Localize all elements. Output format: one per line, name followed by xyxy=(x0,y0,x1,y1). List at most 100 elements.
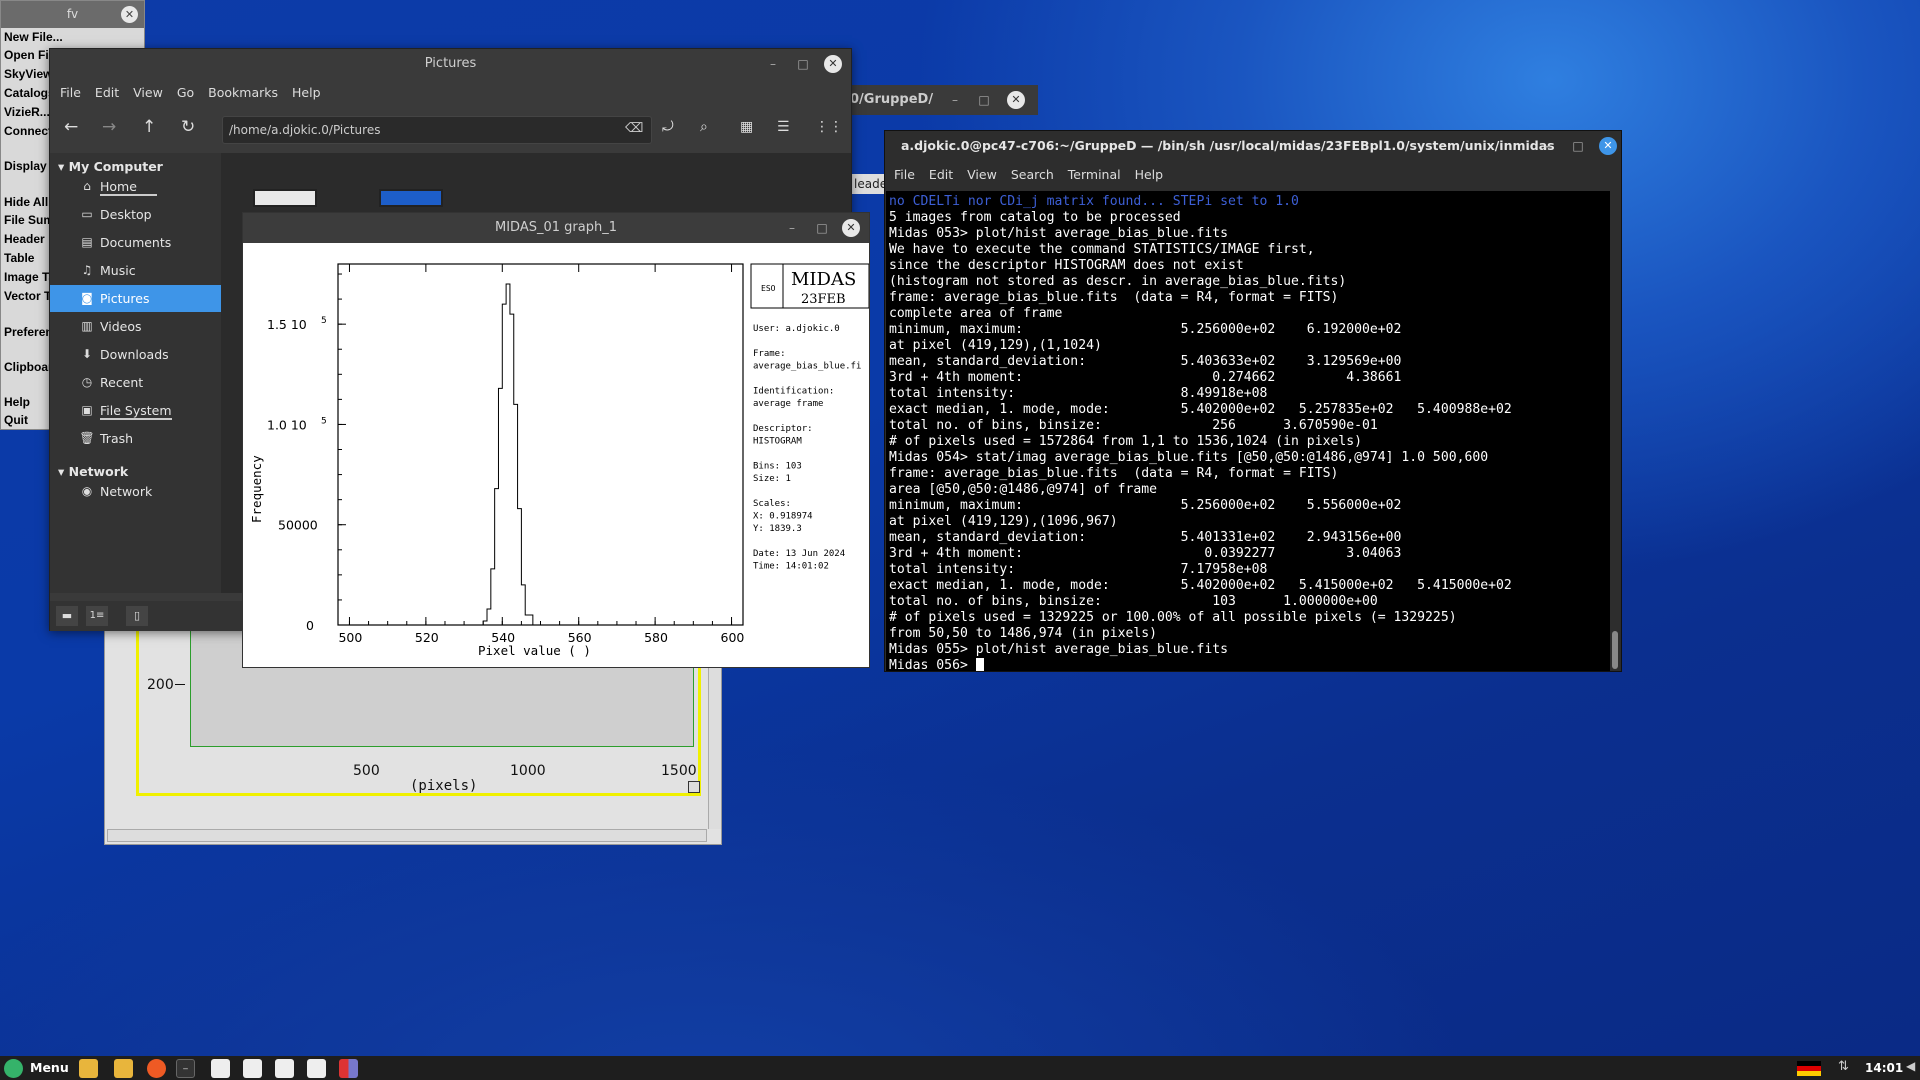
menu-bookmarks[interactable]: Bookmarks xyxy=(208,85,278,100)
menu-button[interactable]: Menu xyxy=(30,1060,69,1075)
maximize-icon[interactable]: □ xyxy=(813,219,831,237)
close-icon[interactable]: ✕ xyxy=(842,219,860,237)
terminal-line: at pixel (419,129),(1,1024) xyxy=(889,338,1102,353)
back-icon[interactable]: ← xyxy=(64,117,78,137)
folder-icon[interactable]: ▬ xyxy=(56,606,78,626)
files-icon[interactable] xyxy=(114,1059,133,1078)
minimize-icon[interactable]: – xyxy=(783,219,801,237)
sidebar-item-pictures[interactable]: ◙ Pictures xyxy=(50,285,221,312)
sidebar-item-documents[interactable]: ▤ Documents xyxy=(50,229,221,256)
sidebar-item-network[interactable]: ◉ Network xyxy=(50,478,221,505)
fv-menu-table[interactable]: Table xyxy=(4,251,34,265)
terminal-line: frame: average_bias_blue.fits (data = R4… xyxy=(889,290,1339,305)
maximize-icon[interactable]: □ xyxy=(794,55,812,73)
resize-icon[interactable] xyxy=(688,781,700,793)
fv-menu-connect[interactable]: Connect xyxy=(4,124,52,138)
gear-icon[interactable] xyxy=(211,1059,230,1078)
menu-view[interactable]: View xyxy=(967,167,997,182)
icon-view-icon[interactable]: ▦ xyxy=(740,119,753,135)
menu-terminal[interactable]: Terminal xyxy=(1068,167,1121,182)
histogram-plot[interactable]: 500 520 540 560 580 600 Frequency Pixel value… xyxy=(243,243,869,667)
fv-menu-quit[interactable]: Quit xyxy=(4,413,28,427)
file-manager-titlebar: Pictures – □ ✕ xyxy=(50,49,851,79)
close-icon[interactable]: ✕ xyxy=(824,55,842,73)
menu-file[interactable]: File xyxy=(894,167,915,182)
scrollbar-thumb[interactable] xyxy=(1612,631,1618,669)
sidebar-heading-network[interactable]: ▾ Network xyxy=(58,464,128,479)
minimize-icon[interactable]: – xyxy=(764,55,782,73)
close-icon[interactable]: ✕ xyxy=(1007,91,1025,109)
sidebar-item-label: Music xyxy=(100,263,136,278)
terminal-line: frame: average_bias_blue.fits (data = R4… xyxy=(889,466,1339,481)
menu-file[interactable]: File xyxy=(60,85,81,100)
close-icon[interactable]: ✕ xyxy=(121,6,138,23)
forward-icon[interactable]: → xyxy=(102,117,116,137)
sidebar-item-videos[interactable]: ▥ Videos xyxy=(50,313,221,340)
clear-icon[interactable]: ⌫ xyxy=(625,121,643,136)
gear-icon[interactable] xyxy=(243,1059,262,1078)
background-window[interactable]: 0/GruppeD/ – □ ✕ xyxy=(842,85,1038,115)
search-icon[interactable]: ⌕ xyxy=(700,119,708,135)
fv-menu-vizier[interactable]: VizieR... xyxy=(4,105,50,119)
hide-sidebar-icon[interactable]: ▯ xyxy=(126,606,148,626)
menu-help[interactable]: Help xyxy=(1135,167,1164,182)
compact-view-icon[interactable]: ⋮⋮ xyxy=(815,119,843,135)
y-tick-exponent: 5 xyxy=(321,316,327,326)
app-icon[interactable] xyxy=(339,1059,358,1078)
firefox-icon[interactable] xyxy=(147,1059,166,1078)
keyboard-layout-flag-icon[interactable] xyxy=(1797,1061,1821,1076)
gear-icon[interactable] xyxy=(307,1059,326,1078)
maximize-icon[interactable]: □ xyxy=(975,91,993,109)
minimize-icon[interactable]: – xyxy=(946,91,964,109)
y-tick-exponent: 5 xyxy=(321,416,327,426)
fv-menu-skyview[interactable]: SkyView xyxy=(4,67,52,81)
mint-menu-icon[interactable] xyxy=(4,1059,23,1078)
trash-icon: 🗑 xyxy=(79,431,95,445)
fv-menu-hide-all[interactable]: Hide All xyxy=(4,195,48,209)
fv-menu-header[interactable]: Header xyxy=(4,232,45,246)
close-icon[interactable]: ✕ xyxy=(1599,137,1617,155)
home-icon: ⌂ xyxy=(83,179,91,193)
up-icon[interactable]: ↑ xyxy=(142,117,156,137)
sidebar-item-trash[interactable]: 🗑 Trash xyxy=(50,425,221,452)
folder-icon[interactable] xyxy=(79,1059,98,1078)
location-bar[interactable]: /home/a.djokic.0/Pictures ⌫ xyxy=(222,116,652,144)
terminal-line: 3rd + 4th moment: 0.274662 4.38661 xyxy=(889,370,1402,385)
clock[interactable]: 14:01 xyxy=(1865,1061,1903,1075)
menu-go[interactable]: Go xyxy=(177,85,194,100)
sidebar-item-recent[interactable]: ◷ Recent xyxy=(50,369,221,396)
minimize-icon[interactable]: – xyxy=(1539,137,1557,155)
list-view-icon[interactable]: ☰ xyxy=(777,119,790,135)
menu-edit[interactable]: Edit xyxy=(95,85,119,100)
fv-menu-help[interactable]: Help xyxy=(4,395,30,409)
sidebar-item-music[interactable]: ♫ Music xyxy=(50,257,221,284)
fv-menu-catalogs[interactable]: Catalogs xyxy=(4,86,55,100)
image-thumbnail[interactable] xyxy=(379,189,443,207)
menu-view[interactable]: View xyxy=(133,85,163,100)
menu-help[interactable]: Help xyxy=(292,85,321,100)
image-thumbnail[interactable] xyxy=(253,189,317,207)
sidebar-item-desktop[interactable]: ▭ Desktop xyxy=(50,201,221,228)
fv-menu-new-file[interactable]: New File... xyxy=(4,30,63,44)
sidebar-item-downloads[interactable]: ⬇ Downloads xyxy=(50,341,221,368)
network-icon[interactable]: ⇅ xyxy=(1838,1059,1849,1074)
tick-group: 500 520 540 560 580 600 xyxy=(338,264,744,645)
sidebar-item-home[interactable]: ⌂ Home xyxy=(50,173,221,200)
y-tick-label: 1.5 10 xyxy=(267,317,307,332)
horizontal-scrollbar[interactable] xyxy=(107,829,707,842)
terminal-line: exact median, 1. mode, mode: 5.402000e+0… xyxy=(889,402,1512,417)
tree-toggle[interactable]: 1≡ xyxy=(86,606,108,626)
terminal-screen[interactable]: no CDELTi nor CDi_j matrix found... STEP… xyxy=(886,191,1610,671)
fv-menu-display[interactable]: Display xyxy=(4,159,47,173)
sidebar-item-file-system[interactable]: ▣ File System xyxy=(50,397,221,424)
toggle-location-icon[interactable]: ⤾ xyxy=(662,119,674,135)
sidebar-heading-computer[interactable]: ▾ My Computer xyxy=(58,159,163,174)
maximize-icon[interactable]: □ xyxy=(1569,137,1587,155)
menu-edit[interactable]: Edit xyxy=(929,167,953,182)
menu-search[interactable]: Search xyxy=(1011,167,1054,182)
terminal-icon[interactable]: _ xyxy=(176,1059,195,1078)
info-line: average frame xyxy=(753,399,823,409)
reload-icon[interactable]: ↻ xyxy=(181,117,195,137)
volume-icon[interactable]: ◀ xyxy=(1906,1059,1915,1073)
gear-icon[interactable] xyxy=(275,1059,294,1078)
